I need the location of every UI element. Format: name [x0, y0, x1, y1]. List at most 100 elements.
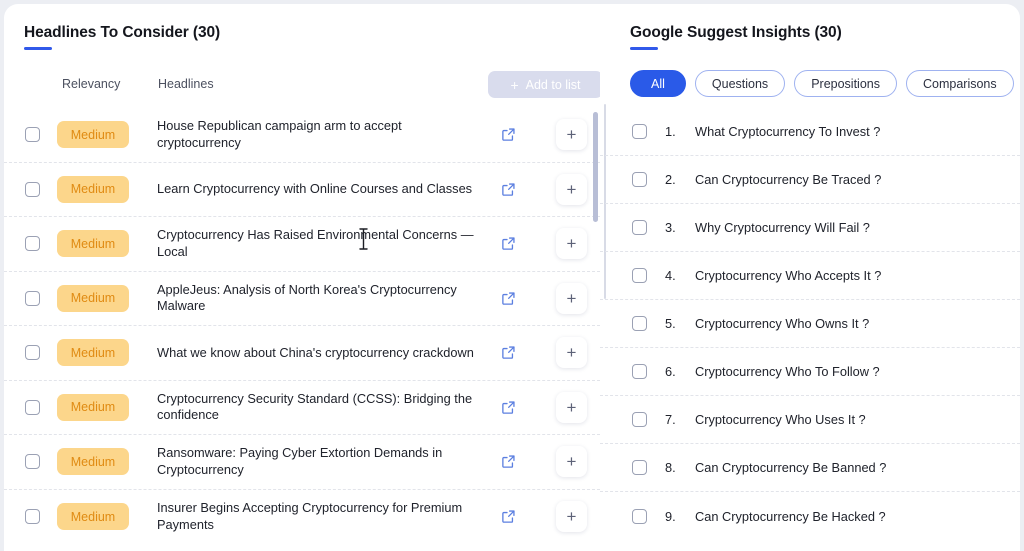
insight-index: 2. [665, 172, 676, 187]
headlines-scrollbar[interactable] [593, 108, 598, 551]
insight-checkbox[interactable] [632, 412, 647, 427]
filter-tab-questions[interactable]: Questions [694, 70, 786, 97]
headline-text: Cryptocurrency Security Standard (CCSS):… [157, 390, 473, 423]
list-item[interactable]: 7. Cryptocurrency Who Uses It ? [600, 396, 1020, 444]
add-headline-button[interactable]: + [556, 446, 587, 478]
table-row[interactable]: Medium Cryptocurrency Security Standard (… [4, 381, 600, 435]
filter-tab-prepositions[interactable]: Prepositions [794, 70, 897, 97]
add-to-list-button[interactable]: + Add to list [488, 71, 600, 98]
row-checkbox[interactable] [25, 509, 40, 525]
insight-index: 4. [665, 268, 676, 283]
add-headline-button[interactable]: + [556, 228, 587, 260]
row-checkbox[interactable] [25, 399, 40, 415]
status-badge: Medium [57, 284, 129, 312]
list-item[interactable]: 9. Can Cryptocurrency Be Hacked ? [600, 492, 1020, 540]
table-row[interactable]: Medium Ransomware: Paying Cyber Extortion… [4, 435, 600, 490]
app-root: Headlines To Consider (30) Relevancy Hea… [0, 0, 1024, 551]
add-headline-button[interactable]: + [556, 337, 587, 369]
list-item[interactable]: 8. Can Cryptocurrency Be Banned ? [600, 444, 1020, 492]
row-checkbox[interactable] [25, 236, 40, 252]
external-link-icon[interactable] [501, 182, 516, 197]
list-item[interactable]: 6. Cryptocurrency Who To Follow ? [600, 348, 1020, 396]
row-checkbox[interactable] [25, 290, 40, 306]
insight-index: 6. [665, 364, 676, 379]
table-row[interactable]: Medium AppleJeus: Analysis of North Korea… [4, 272, 600, 326]
add-headline-button[interactable]: + [556, 501, 587, 533]
external-link-icon[interactable] [501, 400, 516, 415]
row-checkbox[interactable] [25, 345, 40, 361]
headlines-list: Medium House Republican campaign arm to a… [4, 108, 600, 551]
row-checkbox[interactable] [25, 454, 40, 470]
status-badge: Medium [57, 339, 129, 367]
page-title: Headlines To Consider (30) [24, 24, 221, 41]
table-row[interactable]: Medium What we know about China's cryptoc… [4, 326, 600, 381]
headline-text: Cryptocurrency Has Raised Environmental … [157, 227, 474, 259]
insight-filter-tabs: All Questions Prepositions Comparisons [630, 70, 1014, 97]
insight-checkbox[interactable] [632, 172, 647, 187]
add-to-list-label: Add to list [525, 77, 581, 92]
insight-index: 1. [665, 124, 676, 139]
filter-tab-comparisons[interactable]: Comparisons [905, 70, 1014, 97]
row-checkbox[interactable] [25, 127, 40, 143]
plus-icon: + [510, 76, 519, 93]
insight-text: Can Cryptocurrency Be Traced ? [695, 172, 882, 187]
insight-checkbox[interactable] [632, 316, 647, 331]
insight-checkbox[interactable] [632, 220, 647, 235]
add-headline-button[interactable]: + [556, 119, 587, 151]
insight-checkbox[interactable] [632, 460, 647, 475]
insight-checkbox[interactable] [632, 364, 647, 379]
list-item[interactable]: 1. What Cryptocurrency To Invest ? [600, 108, 1020, 156]
external-link-icon[interactable] [501, 509, 516, 524]
headline-text: House Republican campaign arm to accept … [157, 118, 402, 150]
insight-text: Can Cryptocurrency Be Hacked ? [695, 508, 886, 524]
content-card: Headlines To Consider (30) Relevancy Hea… [4, 4, 1020, 551]
status-badge: Medium [57, 230, 129, 258]
add-headline-button[interactable]: + [556, 282, 587, 314]
headlines-panel-header: Headlines To Consider (30) [24, 24, 220, 50]
row-checkbox[interactable] [25, 181, 40, 197]
insight-text: What Cryptocurrency To Invest ? [695, 124, 881, 139]
column-header-headlines: Headlines [158, 77, 214, 91]
insight-checkbox[interactable] [632, 268, 647, 283]
headlines-scrollbar-thumb[interactable] [593, 112, 598, 222]
table-row[interactable]: Medium Learn Cryptocurrency with Online C… [4, 163, 600, 217]
insight-index: 7. [665, 412, 676, 427]
table-row[interactable]: Medium House Republican campaign arm to a… [4, 108, 600, 163]
insight-index: 5. [665, 316, 676, 331]
insight-text: Cryptocurrency Who Uses It ? [695, 412, 866, 427]
headline-text: Insurer Begins Accepting Cryptocurrency … [157, 500, 463, 532]
table-row[interactable]: Medium Cryptocurrency Has Raised Environm… [4, 217, 600, 272]
external-link-icon[interactable] [501, 345, 516, 360]
insight-text: Cryptocurrency Who To Follow ? [695, 364, 880, 379]
list-item[interactable]: 5. Cryptocurrency Who Owns It ? [600, 300, 1020, 348]
add-headline-button[interactable]: + [556, 391, 587, 423]
status-badge: Medium [57, 175, 129, 203]
list-item[interactable]: 4. Cryptocurrency Who Accepts It ? [600, 252, 1020, 300]
insight-checkbox[interactable] [632, 124, 647, 139]
google-suggest-title: Google Suggest Insights (30) [630, 24, 842, 41]
status-badge: Medium [57, 503, 129, 531]
insight-text: Why Cryptocurrency Will Fail ? [695, 220, 870, 235]
insight-checkbox[interactable] [632, 508, 647, 524]
status-badge: Medium [57, 448, 129, 476]
headline-text: What we know about China's cryptocurrenc… [157, 344, 474, 360]
external-link-icon[interactable] [501, 236, 516, 251]
external-link-icon[interactable] [501, 291, 516, 306]
title-accent-bar [24, 47, 52, 50]
headlines-panel: Headlines To Consider (30) Relevancy Hea… [4, 4, 600, 551]
table-row[interactable]: Medium Insurer Begins Accepting Cryptocur… [4, 490, 600, 545]
headline-text: Learn Cryptocurrency with Online Courses… [157, 181, 473, 196]
add-headline-button[interactable]: + [556, 173, 587, 205]
google-suggest-panel-header: Google Suggest Insights (30) [630, 24, 842, 50]
external-link-icon[interactable] [501, 454, 516, 469]
filter-tab-all[interactable]: All [630, 70, 686, 97]
list-item[interactable]: 3. Why Cryptocurrency Will Fail ? [600, 204, 1020, 252]
list-item[interactable]: 2. Can Cryptocurrency Be Traced ? [600, 156, 1020, 204]
headline-text: Ransomware: Paying Cyber Extortion Deman… [157, 445, 443, 477]
insight-text: Can Cryptocurrency Be Banned ? [695, 460, 887, 475]
column-header-relevancy: Relevancy [62, 77, 121, 91]
insights-list: 1. What Cryptocurrency To Invest ? 2. Can C… [600, 108, 1020, 551]
external-link-icon[interactable] [501, 127, 516, 142]
google-suggest-panel: Google Suggest Insights (30) All Question… [600, 4, 1020, 551]
insight-index: 8. [665, 460, 676, 475]
